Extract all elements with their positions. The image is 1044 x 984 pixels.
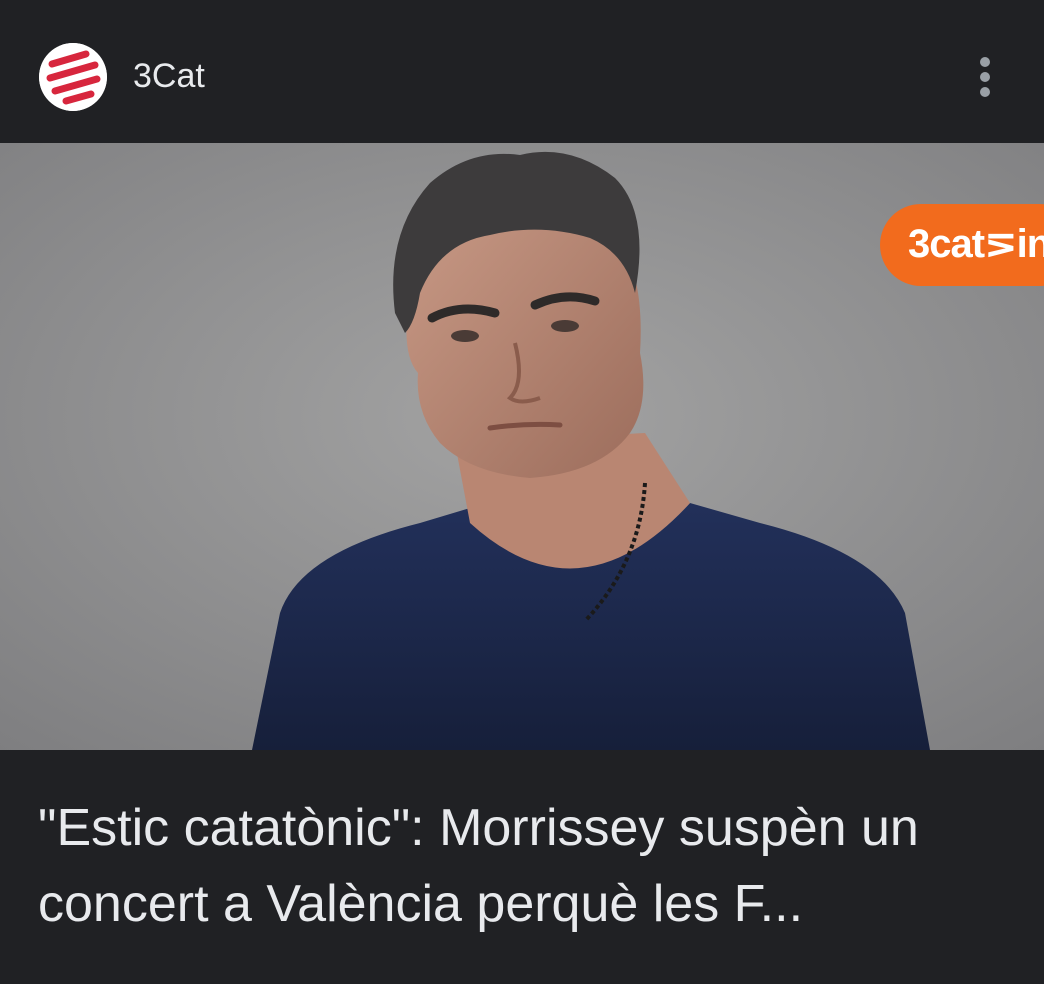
badge-label: 3cat⋝in <box>908 222 1044 266</box>
3cat-info-badge: 3cat⋝in <box>880 204 1044 286</box>
card-header: 3Cat <box>0 0 1044 143</box>
3cat-logo-icon[interactable] <box>39 43 107 111</box>
source-name[interactable]: 3Cat <box>133 54 205 98</box>
more-vert-icon <box>980 57 990 97</box>
news-card[interactable]: 3Cat 3cat⋝in "Estic catatònic": Morrisse… <box>0 0 1044 984</box>
article-image[interactable]: 3cat⋝in <box>0 143 1044 750</box>
article-title[interactable]: "Estic catatònic": Morrissey suspèn un c… <box>38 790 1018 942</box>
more-options-button[interactable] <box>962 52 1008 102</box>
